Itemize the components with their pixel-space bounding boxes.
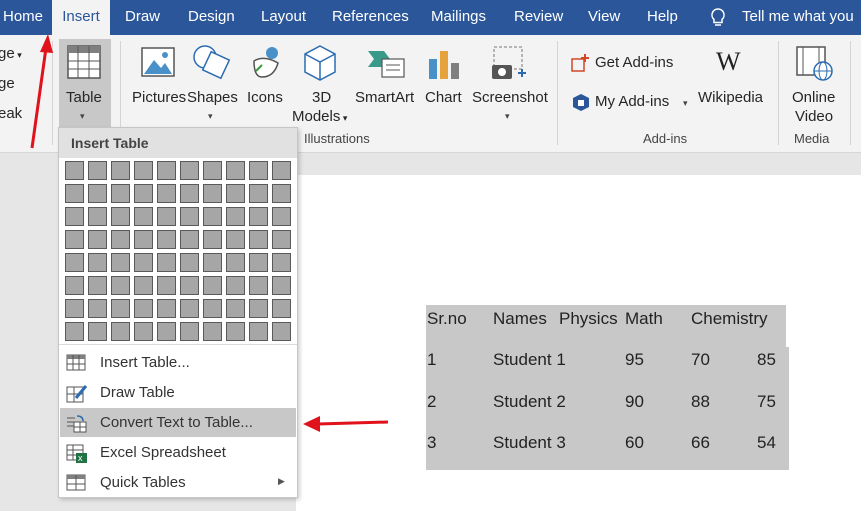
arrow-head — [40, 34, 53, 53]
arrow-to-insert-tab — [30, 47, 48, 149]
arrow-head — [303, 416, 320, 432]
annotation-arrows — [30, 34, 389, 432]
arrow-to-convert-item — [317, 420, 389, 426]
